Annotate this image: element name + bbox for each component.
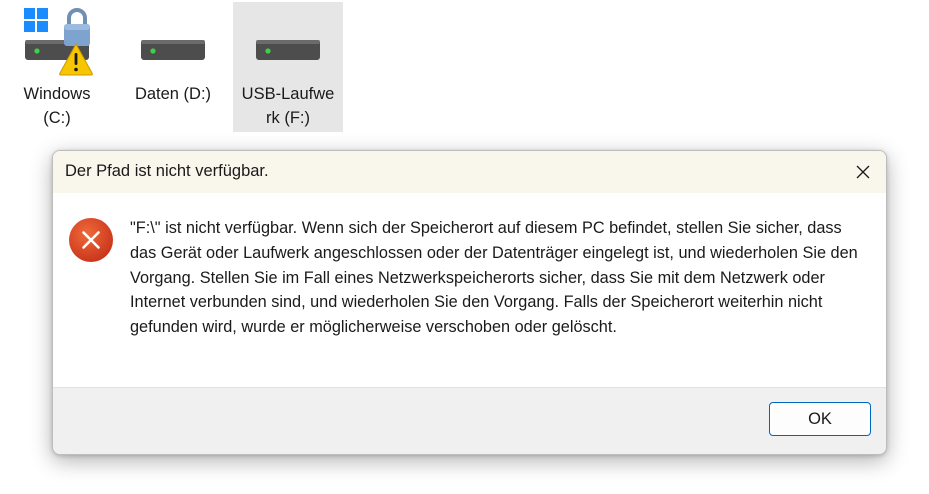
dialog-title: Der Pfad ist nicht verfügbar. bbox=[65, 162, 269, 180]
hard-drive-icon bbox=[256, 40, 320, 60]
hard-drive-icon bbox=[141, 40, 205, 60]
close-icon bbox=[856, 165, 870, 179]
error-message: "F:\" ist nicht verfügbar. Wenn sich der… bbox=[130, 219, 858, 337]
drive-item-f[interactable]: USB-Laufwerk (F:) bbox=[233, 2, 343, 132]
drive-item-c[interactable]: Windows (C:) bbox=[2, 2, 112, 132]
dialog-titlebar[interactable]: Der Pfad ist nicht verfügbar. bbox=[53, 151, 886, 193]
lock-icon bbox=[64, 8, 90, 46]
error-x-icon bbox=[69, 218, 113, 262]
windows-logo-icon bbox=[24, 8, 48, 32]
drive-label: USB-Laufwerk (F:) bbox=[241, 85, 335, 127]
ok-button[interactable]: OK bbox=[769, 402, 871, 436]
drive-item-d[interactable]: Daten (D:) bbox=[118, 2, 228, 132]
error-dialog: Der Pfad ist nicht verfügbar. "F:\" ist … bbox=[52, 150, 887, 455]
dialog-body: "F:\" ist nicht verfügbar. Wenn sich der… bbox=[53, 193, 886, 390]
warning-icon bbox=[59, 42, 93, 76]
drive-label: Daten (D:) bbox=[134, 85, 212, 103]
dialog-footer: OK bbox=[53, 387, 886, 454]
drive-label: Windows (C:) bbox=[23, 85, 91, 127]
close-button[interactable] bbox=[840, 151, 886, 193]
